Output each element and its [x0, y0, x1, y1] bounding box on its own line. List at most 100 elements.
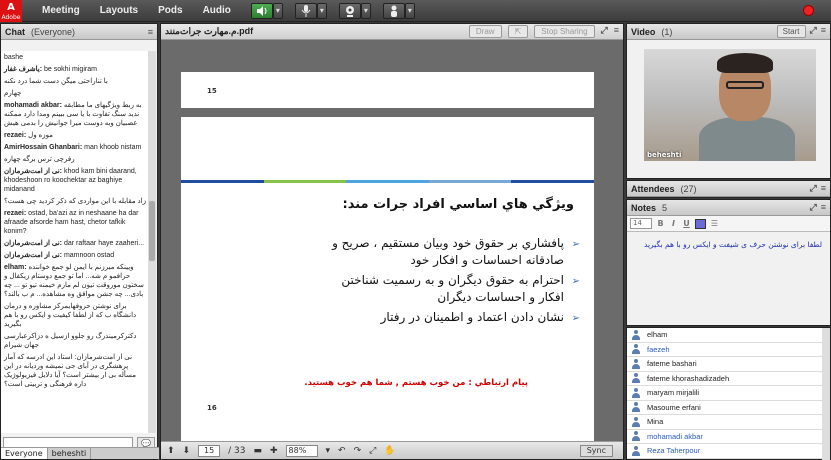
- microphone-icon: [301, 4, 311, 17]
- chat-text: man khoob nistam: [84, 144, 142, 151]
- speaker-icon: [256, 5, 267, 16]
- fullscreen-icon[interactable]: ⤢: [601, 25, 608, 38]
- attendee-row[interactable]: fateme khorashadizadeh: [627, 372, 830, 386]
- stop-sharing-button[interactable]: Stop Sharing: [534, 25, 595, 38]
- arrow-down-icon[interactable]: ⬇: [183, 446, 191, 456]
- video-count: (1): [661, 26, 673, 37]
- fullscreen-icon[interactable]: ⤢: [810, 202, 817, 213]
- fit-icon[interactable]: ⤢: [369, 446, 376, 456]
- chat-text: زاد مقابله با این مواردی که ذکر کردید چی…: [4, 198, 146, 205]
- slide-title: ویژگي هاي اساسي افراد جرات مند:: [342, 197, 574, 212]
- start-webcam-button[interactable]: Start: [776, 25, 806, 38]
- chat-text: برای نوشتن حروفهایمرکز مشاوره و درمان دا…: [4, 303, 137, 328]
- webcam-menu-button[interactable]: ▾: [360, 2, 371, 19]
- chat-text: چهارم: [4, 90, 22, 97]
- adobe-logo: A Adobe: [0, 0, 22, 22]
- zoom-in-icon[interactable]: ✚: [270, 446, 278, 456]
- webcam-button[interactable]: [338, 2, 361, 19]
- speaker-menu-button[interactable]: ▾: [272, 2, 283, 19]
- chat-scrollbar[interactable]: [148, 51, 156, 433]
- chat-text: با تناراحتی میگن دست شما درد نکنه: [4, 78, 108, 85]
- undo-icon[interactable]: ↶: [338, 446, 346, 456]
- microphone-menu-button[interactable]: ▾: [316, 2, 327, 19]
- bold-icon[interactable]: B: [656, 219, 665, 229]
- speaker-button[interactable]: [250, 2, 273, 19]
- italic-icon[interactable]: I: [669, 219, 678, 229]
- slide-number: 16: [207, 404, 217, 412]
- sync-button[interactable]: Sync: [579, 444, 613, 457]
- underline-icon[interactable]: U: [682, 219, 691, 229]
- redo-icon[interactable]: ↷: [354, 446, 362, 456]
- chat-message: چهارم: [4, 89, 146, 98]
- arrow-up-icon[interactable]: ⬆: [167, 446, 175, 456]
- chat-message: زاد مقابله با این مواردی که ذکر کردید چی…: [4, 197, 146, 206]
- list-icon[interactable]: ☰: [710, 219, 719, 229]
- zoom-out-icon[interactable]: ▬: [253, 446, 262, 456]
- chat-text: دکترکرمیندرگ رو جلوو ازسیل ه دزاکرعبارسی…: [4, 333, 137, 349]
- webcam-video: beheshti: [644, 49, 816, 161]
- status-menu-button[interactable]: ▾: [404, 2, 415, 19]
- menu-audio[interactable]: Audio: [203, 5, 231, 16]
- attendee-name: Masoume erfani: [647, 402, 701, 412]
- menu-icon[interactable]: ≡: [148, 27, 153, 37]
- menu-meeting[interactable]: Meeting: [42, 5, 80, 16]
- raise-hand-button[interactable]: [382, 2, 405, 19]
- fullscreen-icon[interactable]: ⤢: [810, 25, 817, 38]
- chat-text: رفرچی ترس برگه چهاره: [4, 156, 75, 163]
- text-color-swatch[interactable]: [695, 218, 706, 229]
- person-icon: [631, 358, 641, 369]
- attendee-row[interactable]: mohamadi akbar: [627, 430, 830, 444]
- chat-message: یاشرف غفار: be sokhi migiram: [4, 65, 146, 74]
- camera-user-name: beheshti: [647, 151, 682, 159]
- video-header: Video (1) Start ⤢ ≡: [627, 24, 830, 40]
- chat-sender: یاشرف غفار:: [4, 66, 43, 73]
- hand-icon[interactable]: ✋: [384, 446, 395, 456]
- person-icon: [631, 431, 641, 442]
- attendee-row[interactable]: Masoume erfani: [627, 401, 830, 415]
- draw-button[interactable]: Draw: [468, 25, 502, 38]
- attendee-name: fateme khorashadizadeh: [647, 373, 730, 383]
- person-icon: [631, 445, 641, 456]
- chevron-down-icon[interactable]: ▾: [326, 446, 331, 456]
- slide-number: 15: [207, 87, 217, 95]
- menu-icon[interactable]: ≡: [821, 202, 826, 213]
- attendee-row[interactable]: Reza Taherpour: [627, 444, 830, 459]
- attendee-row[interactable]: elham: [627, 328, 830, 343]
- chat-sender: نی از امت‌شرمازان:: [4, 252, 62, 259]
- attendee-row[interactable]: maryam mirjalili: [627, 386, 830, 401]
- page-number-input[interactable]: 15: [198, 444, 221, 457]
- slide-current: ویژگي هاي اساسي افراد جرات مند: پافشاري …: [181, 117, 594, 443]
- attendee-name: maryam mirjalili: [647, 388, 700, 398]
- chat-tab-beheshti[interactable]: beheshti: [48, 448, 92, 459]
- attendee-row[interactable]: fateme bashari: [627, 357, 830, 372]
- person-icon: [631, 387, 641, 398]
- chat-sender: mohamadi akbar:: [4, 102, 62, 109]
- chat-message: نی از امت‌شرمازان: استاد این ادرسه که آم…: [4, 353, 146, 389]
- menu-layouts[interactable]: Layouts: [100, 5, 138, 16]
- microphone-button[interactable]: [294, 2, 317, 19]
- attendee-row[interactable]: Mina: [627, 415, 830, 430]
- fullscreen-icon[interactable]: ⤢: [810, 183, 817, 194]
- slide-bullet: پافشاري بر حقوق خود وبيان مستقيم ، صريح …: [320, 235, 580, 269]
- slide-header-stripes: [181, 180, 594, 183]
- attendee-scrollbar[interactable]: [822, 328, 830, 460]
- font-size-select[interactable]: 14: [630, 218, 652, 229]
- recording-indicator[interactable]: [803, 5, 814, 16]
- menu-icon[interactable]: ≡: [821, 183, 826, 194]
- attendee-row[interactable]: faezeh: [627, 343, 830, 357]
- zoom-select[interactable]: 88%: [285, 444, 318, 457]
- pointer-button[interactable]: ⇱: [507, 25, 529, 38]
- chat-message: رفرچی ترس برگه چهاره: [4, 155, 146, 164]
- notes-content[interactable]: لطفا برای نوشتن حرف ی شیفت و ایکس رو با …: [642, 240, 822, 250]
- slide-bullet: نشان دادن اعتماد و اطمينان در رفتار: [320, 309, 580, 327]
- menu-pods[interactable]: Pods: [158, 5, 182, 16]
- menu-icon[interactable]: ≡: [821, 25, 826, 38]
- attendee-name: elham: [647, 330, 668, 340]
- chat-text: dar raftaar haye zaaheri...: [63, 240, 145, 247]
- chat-message: rezaei: ostad, ba'azi az in neshaane ha …: [4, 209, 146, 236]
- chat-sender: نی از امت‌شرمازان:: [4, 240, 62, 247]
- menu-icon[interactable]: ≡: [614, 25, 619, 38]
- chat-text: نی از امت‌شرمازان: استاد این ادرسه که آم…: [4, 354, 137, 388]
- chat-tab-everyone[interactable]: Everyone: [1, 448, 48, 459]
- person-icon: [631, 402, 641, 413]
